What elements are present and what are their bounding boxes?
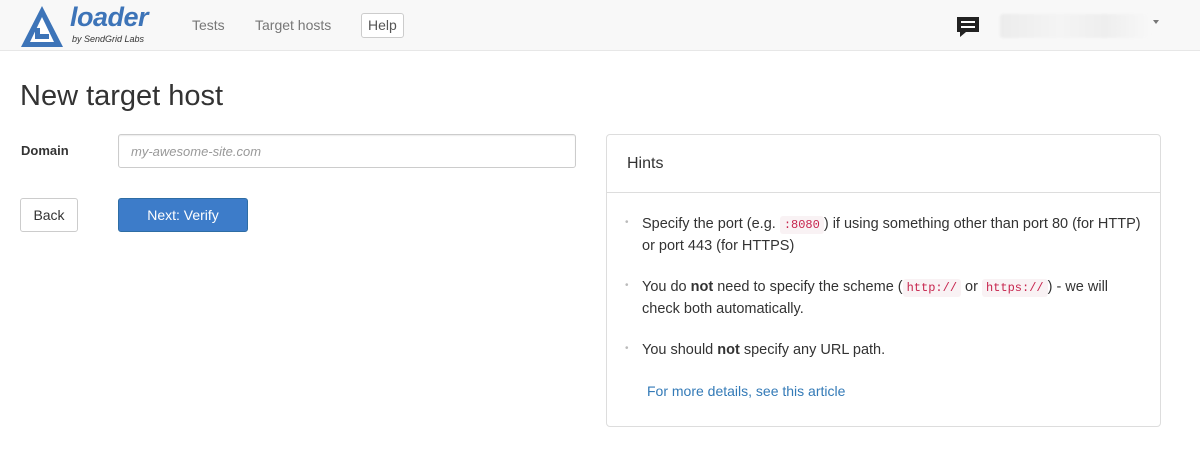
page-title: New target host — [20, 80, 224, 112]
brand-name: loader — [70, 2, 149, 32]
back-button[interactable]: Back — [20, 198, 78, 232]
bullet-icon: • — [625, 343, 629, 354]
user-menu[interactable] — [1000, 14, 1150, 38]
brand-logo[interactable]: loader by SendGrid Labs — [20, 2, 160, 48]
hint-port-text: Specify the port (e.g. — [642, 216, 780, 232]
hints-panel: Hints • Specify the port (e.g. :8080) if… — [606, 134, 1161, 427]
hint-scheme-or: or — [961, 279, 982, 295]
hints-title: Hints — [627, 155, 664, 172]
hint-scheme-text: You do — [642, 279, 691, 295]
bullet-icon: • — [625, 217, 629, 228]
brand-subtitle: by SendGrid Labs — [72, 34, 145, 44]
hint-scheme: You do not need to specify the scheme (h… — [642, 277, 1142, 320]
hint-scheme-bold: not — [690, 279, 714, 295]
port-code: :8080 — [779, 216, 824, 234]
nav-tests-link[interactable]: Tests — [192, 17, 225, 33]
domain-input[interactable] — [118, 134, 576, 168]
loader-logo-icon — [21, 6, 63, 47]
domain-label: Domain — [21, 143, 69, 158]
http-code: http:// — [902, 279, 962, 297]
nav-help-button[interactable]: Help — [361, 13, 404, 38]
hint-path: You should not specify any URL path. — [642, 340, 1142, 361]
hints-panel-heading: Hints — [607, 135, 1160, 193]
hint-path-text: You should — [642, 342, 718, 358]
hint-port: Specify the port (e.g. :8080) if using s… — [642, 214, 1142, 257]
https-code: https:// — [981, 279, 1048, 297]
chat-bubble-icon[interactable] — [955, 15, 981, 39]
nav-target-hosts-link[interactable]: Target hosts — [255, 17, 331, 33]
bullet-icon: • — [625, 280, 629, 291]
hint-path-bold: not — [717, 342, 740, 358]
next-verify-button[interactable]: Next: Verify — [118, 198, 248, 232]
top-navbar: loader by SendGrid Labs Tests Target hos… — [0, 0, 1200, 51]
more-details-link[interactable]: For more details, see this article — [647, 383, 845, 399]
hint-path-text-end: specify any URL path. — [739, 342, 886, 358]
caret-down-icon[interactable] — [1153, 20, 1159, 24]
hint-scheme-text-mid: need to specify the scheme ( — [713, 279, 903, 295]
